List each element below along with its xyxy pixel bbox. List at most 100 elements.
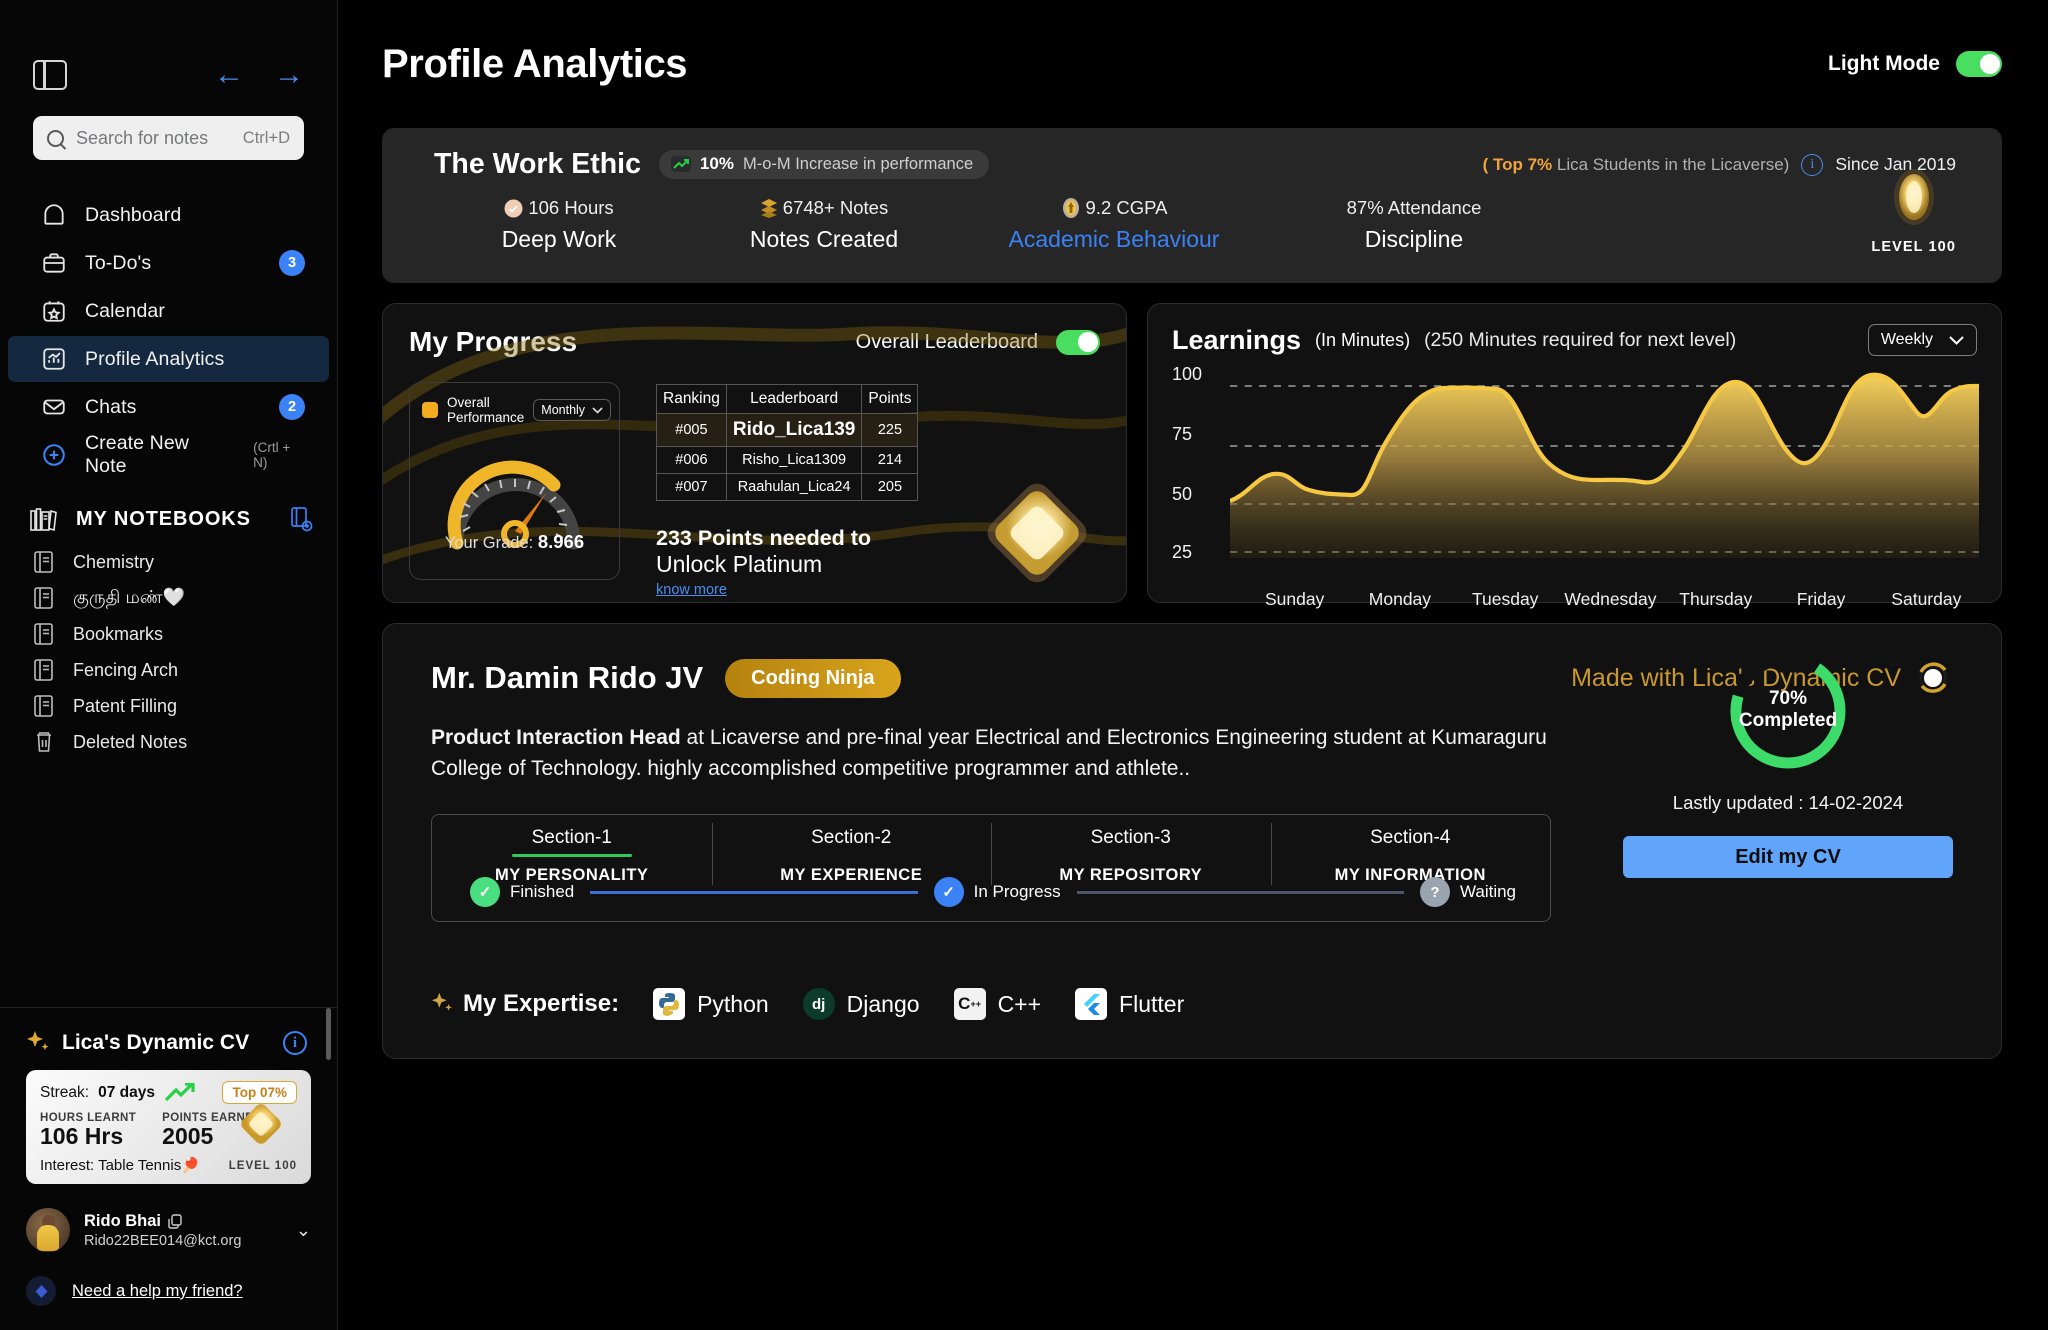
step-connector	[1076, 890, 1404, 894]
light-mode-control[interactable]: Light Mode	[1828, 51, 2002, 77]
leaderboard-toggle[interactable]	[1056, 329, 1100, 355]
table-row[interactable]: #005 Rido_Lica139 225	[656, 413, 919, 447]
page-header: Profile Analytics Light Mode	[382, 0, 2002, 128]
stat-academic-behaviour[interactable]: 9.2 CGPA Academic Behaviour	[964, 197, 1264, 253]
cv-sections-tabs: Section-1 MY PERSONALITY Section-2 MY EX…	[431, 814, 1551, 923]
cell-rank: #006	[656, 446, 727, 474]
help-badge-icon	[26, 1276, 56, 1306]
edit-cv-button[interactable]: Edit my CV	[1623, 836, 1953, 878]
help-link[interactable]: Need a help my friend?	[72, 1282, 243, 1301]
help-row[interactable]: Need a help my friend?	[0, 1252, 337, 1306]
sidebar-scrollbar[interactable]	[326, 1008, 331, 1060]
user-account-row[interactable]: Rido Bhai Rido22BEE014@kct.org ⌄	[0, 1184, 337, 1252]
stat-name: Deep Work	[501, 226, 617, 252]
work-ethic-card: The Work Ethic 10% M-o-M Increase in per…	[382, 128, 2002, 283]
y-tick-25: 25	[1172, 542, 1193, 562]
sidebar-item-calendar[interactable]: Calendar	[8, 288, 329, 334]
chevron-down-icon[interactable]: ⌄	[296, 1220, 311, 1241]
table-row[interactable]: #007 Raahulan_Lica24 205	[656, 473, 919, 501]
cv-level-label: LEVEL 100	[228, 1160, 297, 1172]
sidebar-item-profile-analytics[interactable]: Profile Analytics	[8, 336, 329, 382]
search-shortcut: Ctrl+D	[242, 128, 290, 147]
info-icon[interactable]: i	[283, 1031, 307, 1055]
expertise-name: Django	[846, 990, 920, 1017]
notebook-item[interactable]: குருதி மண்🤍	[0, 580, 337, 616]
notebooks-list: Chemistry குருதி மண்🤍 Bookmarks Fencing …	[0, 544, 337, 760]
stat-name: Notes Created	[749, 226, 899, 252]
page-title: Profile Analytics	[382, 41, 688, 86]
cell-rank: #005	[656, 413, 727, 447]
chevron-down-icon	[592, 406, 603, 414]
gem-icon	[241, 1104, 281, 1144]
user-email: Rido22BEE014@kct.org	[84, 1232, 242, 1249]
copy-icon[interactable]	[168, 1213, 182, 1229]
column-header: Leaderboard	[725, 384, 863, 414]
avatar	[26, 1208, 70, 1252]
tab-label: Section-4	[1370, 827, 1451, 849]
notebook-icon	[34, 659, 53, 681]
notebook-label: குருதி மண்🤍	[73, 586, 186, 607]
notebook-item-deleted-notes[interactable]: Deleted Notes	[0, 724, 337, 760]
info-icon[interactable]: i	[1801, 153, 1824, 176]
dynamic-cv-card: Mr. Damin Rido JV Coding Ninja Made with…	[382, 623, 2002, 1059]
notebook-label: Fencing Arch	[73, 659, 179, 680]
trend-up-icon	[670, 156, 691, 172]
platinum-gem-icon	[987, 483, 1087, 583]
notebook-item[interactable]: Fencing Arch	[0, 652, 337, 688]
forward-arrow-icon[interactable]: →	[274, 60, 304, 90]
back-arrow-icon[interactable]: ←	[214, 60, 244, 90]
notebook-item[interactable]: Chemistry	[0, 544, 337, 580]
step-inprogress-icon: ✓	[933, 877, 964, 908]
light-mode-toggle[interactable]	[1956, 51, 2002, 77]
stat-value: 9.2 CGPA	[1085, 197, 1168, 218]
cpp-logo-icon: C ++	[953, 988, 986, 1020]
column-header: Points	[861, 384, 919, 414]
tab-active-underline	[1350, 854, 1470, 857]
gauge-legend-label: Overall Performance	[447, 395, 525, 425]
clock-icon	[504, 199, 523, 217]
notebook-item[interactable]: Patent Filling	[0, 688, 337, 724]
notebook-icon	[34, 623, 53, 645]
search-input[interactable]: Search for notes Ctrl+D	[33, 116, 304, 160]
add-notebook-icon[interactable]	[289, 506, 313, 532]
sidebar-item-create-new-note[interactable]: Create New Note (Crtl + N)	[8, 432, 329, 478]
unlock-line-1: 233 Points needed to	[656, 526, 872, 550]
work-ethic-stats: 106 Hours Deep Work 6748+ Notes Notes Cr…	[434, 197, 1974, 253]
last-updated: Lastly updated : 14-02-2024	[1672, 792, 1904, 813]
stat-value: 87% Attendance	[1346, 197, 1482, 218]
flutter-logo-icon	[1075, 988, 1108, 1020]
expertise-cpp: C ++ C++	[953, 988, 1041, 1020]
tab-active-underline	[511, 854, 632, 858]
expertise-label: My Expertise:	[463, 990, 620, 1017]
gauge-period-select[interactable]: Monthly	[533, 399, 612, 421]
notebook-label: Deleted Notes	[73, 731, 188, 752]
sidebar-item-todos[interactable]: To-Do's 3	[8, 240, 329, 286]
x-tick: Wednesday	[1564, 589, 1657, 609]
sidebar-item-chats[interactable]: Chats 2	[8, 384, 329, 430]
notebook-item[interactable]: Bookmarks	[0, 616, 337, 652]
performance-pill: 10% M-o-M Increase in performance	[658, 150, 990, 179]
x-tick: Thursday	[1679, 589, 1753, 609]
cv-stat-card[interactable]: Streak: 07 days Top 07% HOURS LEARNT 106…	[26, 1070, 311, 1184]
briefcase-icon	[43, 253, 65, 273]
step-inprogress-label: In Progress	[973, 882, 1061, 902]
cell-name: Rido_Lica139	[725, 413, 863, 447]
panel-toggle-icon[interactable]	[33, 60, 67, 90]
cv-role: Product Interaction Head	[431, 726, 681, 749]
main-content: Profile Analytics Light Mode The Work Et…	[338, 0, 2048, 1330]
step-connector	[590, 890, 918, 894]
know-more-link[interactable]: know more	[656, 582, 727, 598]
sidebar-item-label: To-Do's	[85, 251, 152, 274]
lica-cv-title: Lica's Dynamic CV	[62, 1031, 250, 1054]
search-icon	[47, 129, 64, 147]
unlock-line-2: Unlock Platinum	[656, 551, 871, 578]
chart-period-select[interactable]: Weekly	[1867, 324, 1977, 356]
stat-name[interactable]: Academic Behaviour	[964, 226, 1264, 253]
table-row[interactable]: #006 Risho_Lica1309 214	[656, 446, 919, 474]
sidebar-item-dashboard[interactable]: Dashboard	[8, 192, 329, 238]
cell-points: 225	[861, 413, 919, 447]
performance-pct: 10%	[699, 154, 734, 173]
grade-value: 8.966	[537, 531, 585, 552]
sidebar-item-label: Create New Note	[85, 432, 189, 477]
python-logo-icon	[653, 988, 686, 1020]
